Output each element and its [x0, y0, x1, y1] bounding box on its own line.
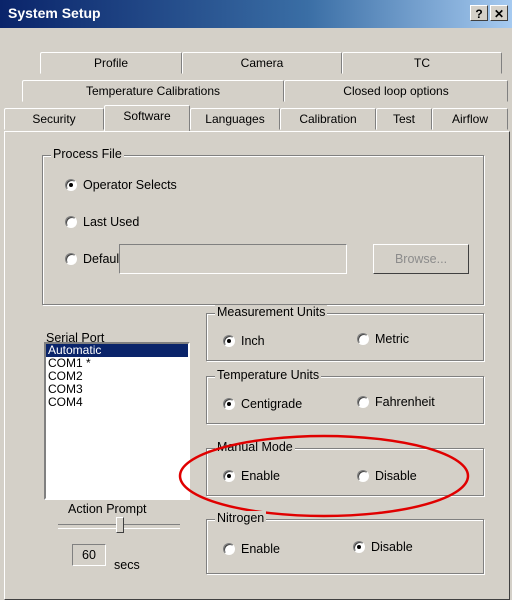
temperature-units-label: Temperature Units: [215, 368, 322, 382]
tab-security[interactable]: Security: [4, 108, 104, 130]
tab-temperature-calibrations[interactable]: Temperature Calibrations: [22, 80, 284, 102]
annotation-ellipse: [178, 434, 470, 518]
nitrogen-disable-radio[interactable]: Disable: [353, 540, 413, 554]
nitrogen-enable-label: Enable: [241, 542, 280, 556]
last-used-radio[interactable]: Last Used: [65, 215, 139, 229]
fahrenheit-label: Fahrenheit: [375, 395, 435, 409]
window-title: System Setup: [8, 5, 101, 21]
measurement-units-group: Measurement Units Inch Metric: [206, 305, 484, 361]
tab-calibration[interactable]: Calibration: [280, 108, 376, 130]
browse-button[interactable]: Browse...: [373, 244, 469, 274]
inch-label: Inch: [241, 334, 265, 348]
nitrogen-group: Nitrogen Enable Disable: [206, 511, 484, 574]
help-button[interactable]: ?: [470, 5, 488, 21]
system-setup-dialog: Profile Camera TC Temperature Calibratio…: [0, 28, 512, 600]
temperature-units-group: Temperature Units Centigrade Fahrenheit: [206, 368, 484, 424]
operator-selects-radio[interactable]: Operator Selects: [65, 178, 177, 192]
radio-unselected-icon: [357, 396, 369, 408]
metric-radio[interactable]: Metric: [357, 332, 409, 346]
radio-unselected-icon: [65, 216, 77, 228]
radio-selected-icon: [353, 541, 365, 553]
tab-airflow[interactable]: Airflow: [432, 108, 508, 130]
radio-selected-icon: [223, 398, 235, 410]
nitrogen-label: Nitrogen: [215, 511, 267, 525]
tab-profile[interactable]: Profile: [40, 52, 182, 74]
default-label: Default: [83, 252, 123, 266]
nitrogen-disable-label: Disable: [371, 540, 413, 554]
radio-unselected-icon: [223, 543, 235, 555]
radio-unselected-icon: [65, 253, 77, 265]
centigrade-label: Centigrade: [241, 397, 303, 411]
nitrogen-enable-radio[interactable]: Enable: [223, 542, 280, 556]
operator-selects-label: Operator Selects: [83, 178, 177, 192]
measurement-units-label: Measurement Units: [215, 305, 328, 319]
centigrade-radio[interactable]: Centigrade: [223, 397, 302, 411]
action-prompt-value: 60: [72, 544, 106, 566]
radio-selected-icon: [223, 335, 235, 347]
slider-thumb[interactable]: [116, 517, 124, 533]
action-prompt-unit: secs: [114, 558, 140, 572]
tab-camera[interactable]: Camera: [182, 52, 342, 74]
last-used-label: Last Used: [83, 215, 140, 229]
metric-label: Metric: [375, 332, 410, 346]
tab-closed-loop-options[interactable]: Closed loop options: [284, 80, 508, 102]
tab-languages[interactable]: Languages: [190, 108, 280, 130]
tab-tc[interactable]: TC: [342, 52, 502, 74]
process-file-label: Process File: [51, 147, 124, 161]
serial-port-item-com4[interactable]: COM4: [46, 396, 188, 409]
fahrenheit-radio[interactable]: Fahrenheit: [357, 395, 435, 409]
radio-unselected-icon: [357, 333, 369, 345]
title-bar: System Setup ? ✕: [0, 0, 512, 28]
default-radio[interactable]: Default: [65, 252, 123, 266]
close-button[interactable]: ✕: [490, 5, 508, 21]
inch-radio[interactable]: Inch: [223, 334, 265, 348]
action-prompt-slider[interactable]: [58, 517, 180, 533]
default-process-file-input[interactable]: [119, 244, 347, 274]
tab-test[interactable]: Test: [376, 108, 432, 130]
action-prompt-label: Action Prompt: [68, 502, 147, 516]
process-file-group: Process File Operator Selects Last Used …: [42, 147, 484, 305]
serial-port-listbox[interactable]: Automatic COM1 * COM2 COM3 COM4: [44, 342, 190, 500]
radio-selected-icon: [65, 179, 77, 191]
tab-software[interactable]: Software: [104, 105, 190, 131]
